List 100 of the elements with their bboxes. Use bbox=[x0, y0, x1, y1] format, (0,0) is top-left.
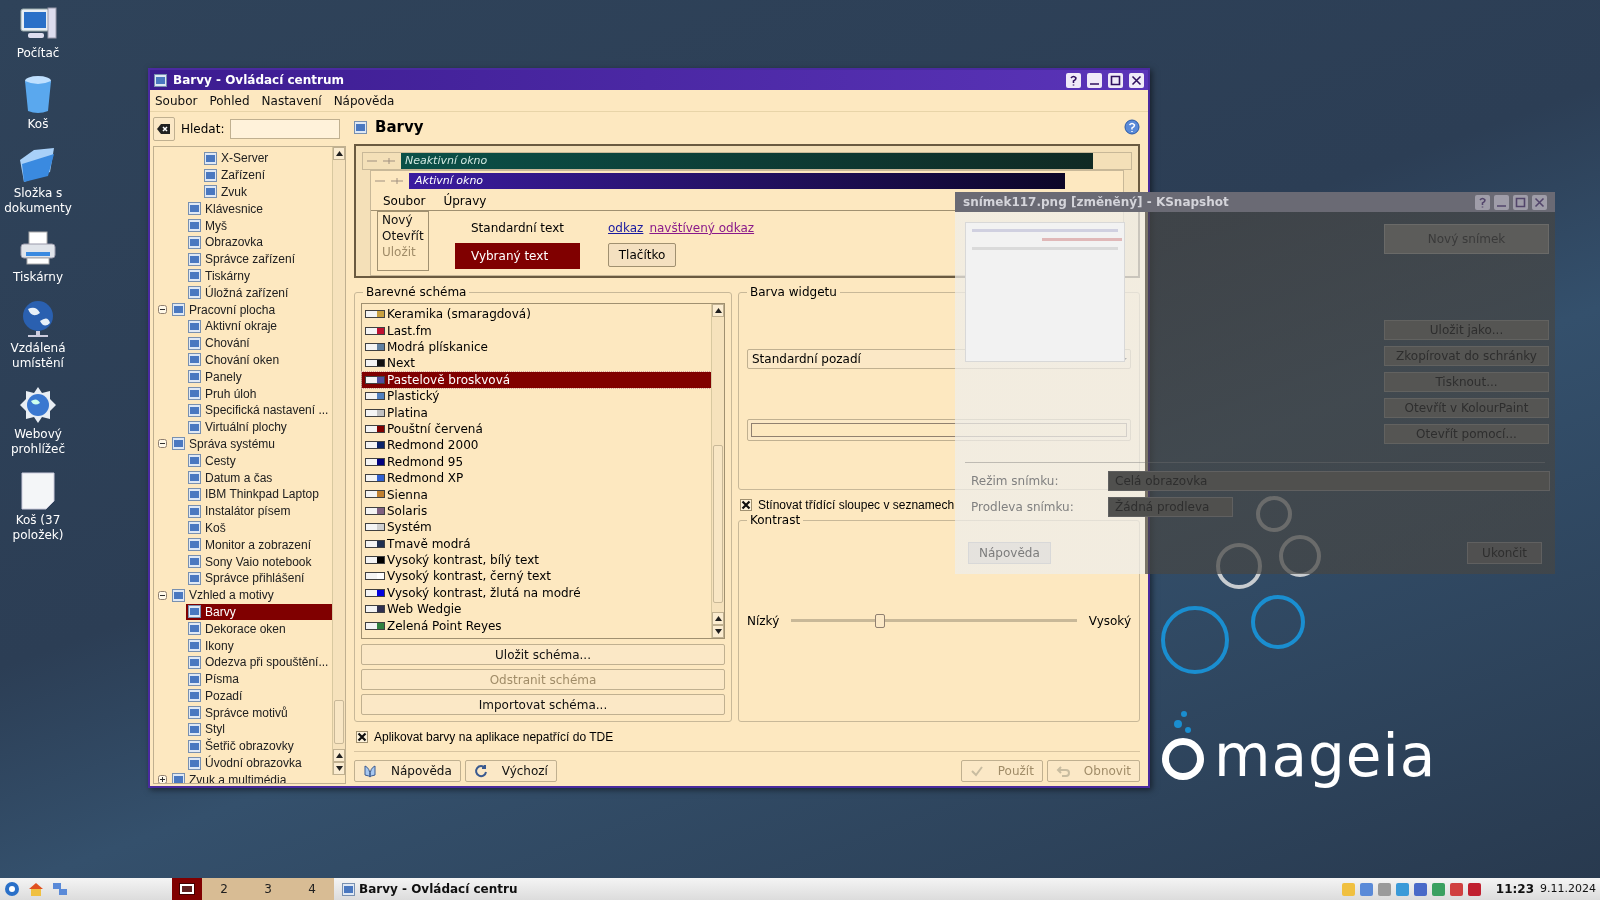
scheme-item[interactable]: Last.fm bbox=[362, 322, 711, 339]
desktop-icon-label[interactable]: Počítač bbox=[2, 46, 74, 61]
tree-item[interactable]: Správa systému bbox=[170, 435, 332, 452]
scheme-item[interactable]: Zelená Point Reyes bbox=[362, 617, 711, 634]
desktop-icon-label[interactable]: Koš (37 položek) bbox=[2, 513, 74, 543]
tree-item[interactable]: Barvy bbox=[186, 603, 332, 620]
menu-item[interactable]: Soubor bbox=[155, 91, 198, 110]
network-icon[interactable] bbox=[52, 881, 68, 897]
scrollbar[interactable] bbox=[711, 304, 724, 638]
tree-item[interactable]: Odezva při spouštění... bbox=[186, 654, 332, 671]
tree-item[interactable]: Datum a čas bbox=[186, 469, 332, 486]
tree-item[interactable]: Myš bbox=[186, 217, 332, 234]
tree-item[interactable]: X-Server bbox=[202, 150, 332, 167]
tree-item[interactable]: Pracovní plocha bbox=[170, 301, 332, 318]
arrow-up-icon[interactable] bbox=[714, 616, 722, 621]
search-field[interactable] bbox=[230, 119, 340, 139]
maximize-icon[interactable] bbox=[1108, 72, 1123, 88]
dialog-button[interactable]: Výchozí bbox=[464, 760, 557, 782]
menu-item[interactable]: Nápověda bbox=[333, 91, 395, 110]
tree-item[interactable]: Panely bbox=[186, 368, 332, 385]
tree-item[interactable]: Specifická nastavení ... bbox=[186, 402, 332, 419]
scheme-item[interactable]: Vysoký kontrast, bílý text bbox=[362, 551, 711, 569]
tree-item[interactable]: Správce zařízení bbox=[186, 251, 332, 268]
collapse-icon[interactable] bbox=[158, 439, 167, 449]
scheme-item[interactable]: Redmond 95 bbox=[362, 453, 711, 470]
close-icon[interactable] bbox=[1129, 72, 1144, 88]
scheme-item[interactable]: Sienna bbox=[362, 486, 711, 503]
tree-item[interactable]: Klávesnice bbox=[186, 200, 332, 217]
scheme-item[interactable]: Next bbox=[362, 355, 711, 372]
tree-item[interactable]: Ikony bbox=[186, 637, 332, 654]
desktop-switcher[interactable]: 4 bbox=[290, 878, 334, 900]
scheme-item[interactable]: Vysoký kontrast, žlutá na modré bbox=[362, 584, 711, 602]
home-icon[interactable] bbox=[28, 881, 44, 897]
scrollbar-thumb[interactable] bbox=[713, 445, 723, 603]
scrollbar[interactable] bbox=[332, 147, 345, 775]
tray-icon[interactable] bbox=[1394, 881, 1410, 897]
tree-item[interactable]: Vzhled a motivy bbox=[170, 587, 332, 604]
tree-item[interactable]: Instalátor písem bbox=[186, 503, 332, 520]
scheme-item[interactable]: Keramika (smaragdová) bbox=[362, 306, 711, 323]
tree-item[interactable]: Monitor a zobrazení bbox=[186, 536, 332, 553]
minimize-icon[interactable] bbox=[1087, 72, 1102, 88]
checkbox[interactable] bbox=[740, 499, 752, 511]
menu-icon[interactable] bbox=[4, 881, 20, 897]
tray-icon[interactable] bbox=[1358, 881, 1374, 897]
tree-item[interactable]: Pozadí bbox=[186, 687, 332, 704]
tree-item[interactable]: Zařízení bbox=[202, 167, 332, 184]
scheme-item[interactable]: Web Wedgie bbox=[362, 601, 711, 618]
scheme-button[interactable]: Uložit schéma... bbox=[361, 644, 725, 665]
tree-item[interactable]: Pruh úloh bbox=[186, 385, 332, 402]
tree-item[interactable]: Virtuální plochy bbox=[186, 419, 332, 436]
tree-item[interactable]: Chování oken bbox=[186, 351, 332, 368]
desktop-icon-label[interactable]: Koš bbox=[2, 117, 74, 132]
tree-item[interactable]: Chování bbox=[186, 335, 332, 352]
desktop-switcher[interactable] bbox=[172, 878, 202, 900]
tree-item[interactable]: IBM Thinkpad Laptop bbox=[186, 486, 332, 503]
arrow-up-icon[interactable] bbox=[335, 151, 343, 156]
tree-item[interactable]: Úložná zařízení bbox=[186, 284, 332, 301]
slider-thumb[interactable] bbox=[874, 614, 885, 628]
scheme-item[interactable]: Redmond XP bbox=[362, 469, 711, 487]
dialog-button[interactable]: Nápověda bbox=[354, 760, 461, 782]
arrow-up-icon[interactable] bbox=[335, 753, 343, 758]
arrow-down-icon[interactable] bbox=[335, 766, 343, 771]
collapse-icon[interactable] bbox=[158, 590, 167, 600]
visited-link[interactable]: navštívený odkaz bbox=[649, 219, 755, 237]
scheme-item[interactable]: Vysoký kontrast, černý text bbox=[362, 568, 711, 585]
tray-icon[interactable] bbox=[1466, 881, 1482, 897]
scrollbar-thumb[interactable] bbox=[334, 700, 344, 744]
tree-item[interactable]: Šetřič obrazovky bbox=[186, 738, 332, 755]
tree-item[interactable]: Správce motivů bbox=[186, 704, 332, 721]
scheme-button[interactable]: Importovat schéma... bbox=[361, 694, 725, 715]
tree-item[interactable]: Písma bbox=[186, 671, 332, 688]
tray-icon[interactable] bbox=[1448, 881, 1464, 897]
collapse-icon[interactable] bbox=[158, 305, 167, 315]
desktop-switcher[interactable]: 3 bbox=[246, 878, 290, 900]
link[interactable]: odkaz bbox=[608, 219, 644, 237]
scheme-item[interactable]: Systém bbox=[362, 519, 711, 536]
desktop-icon-label[interactable]: Složka s dokumenty bbox=[2, 186, 74, 216]
tree-item[interactable]: Obrazovka bbox=[186, 234, 332, 251]
tree-item[interactable]: Aktivní okraje bbox=[186, 318, 332, 335]
scheme-item[interactable]: Pouštní červená bbox=[362, 420, 711, 438]
arrow-down-icon[interactable] bbox=[714, 629, 722, 634]
menu-item[interactable]: Nastavení bbox=[261, 91, 322, 110]
tree-item[interactable]: Dekorace oken bbox=[186, 620, 332, 637]
tray-icon[interactable] bbox=[1430, 881, 1446, 897]
clear-button[interactable] bbox=[153, 117, 175, 141]
menu-item[interactable]: Pohled bbox=[209, 91, 250, 110]
tray-icon[interactable] bbox=[1412, 881, 1428, 897]
help-icon[interactable] bbox=[1066, 72, 1081, 88]
tree-item[interactable]: Cesty bbox=[186, 452, 332, 469]
desktop-icon-label[interactable]: Vzdálená umístění bbox=[2, 341, 74, 371]
desktop-switcher[interactable]: 2 bbox=[202, 878, 246, 900]
scheme-item[interactable]: Platina bbox=[362, 404, 711, 421]
task-button[interactable]: Barvy - Ovládací centru bbox=[338, 878, 522, 900]
scheme-item[interactable]: Redmond 2000 bbox=[362, 437, 711, 454]
tree-item[interactable]: Správce přihlášení bbox=[186, 570, 332, 587]
tree-item[interactable]: Úvodní obrazovka bbox=[186, 755, 332, 772]
tree-item[interactable]: Tiskárny bbox=[186, 267, 332, 284]
checkbox[interactable] bbox=[356, 730, 368, 743]
tree-item[interactable]: Koš bbox=[186, 519, 332, 536]
scheme-item[interactable]: Tmavě modrá bbox=[362, 535, 711, 552]
